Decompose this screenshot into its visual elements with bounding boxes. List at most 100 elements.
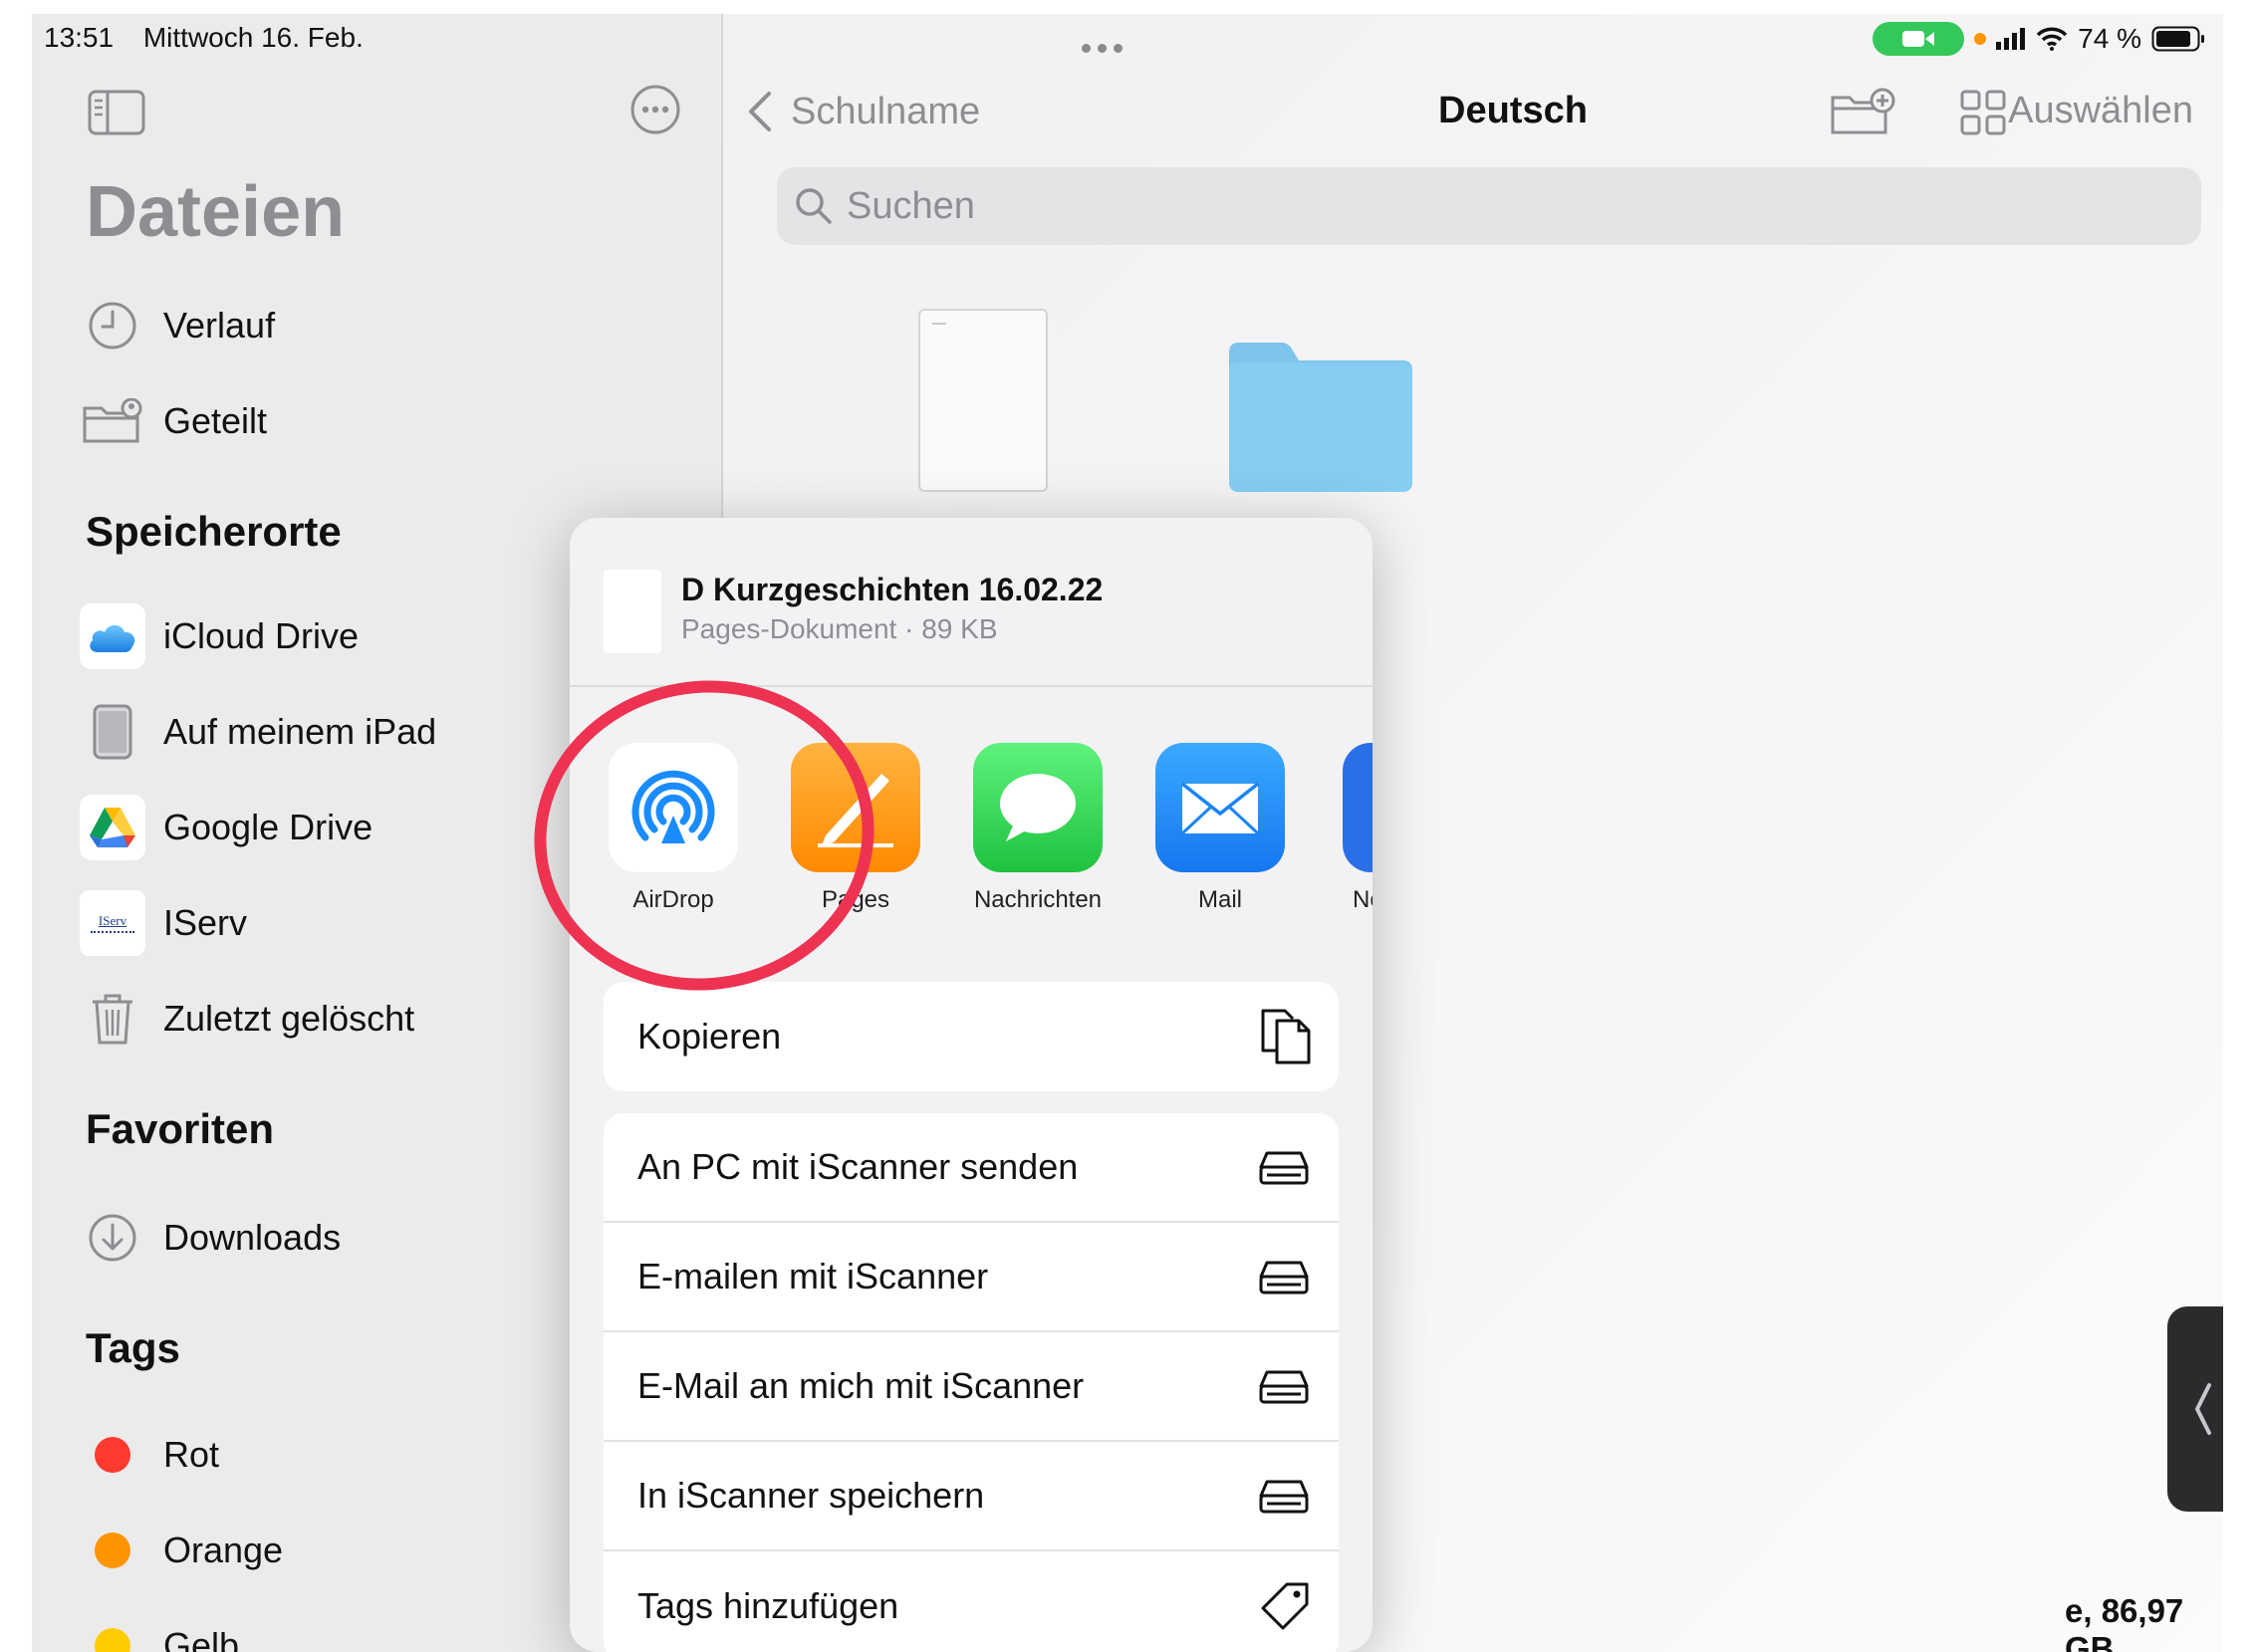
ipad-screen: 13:51 Mittwoch 16. Feb. Dateien Verlauf …: [32, 14, 2223, 1652]
section-tags: Tags: [86, 1324, 180, 1371]
file-name: D Kurzgeschichten 16.02.22: [681, 572, 1104, 607]
sidebar-item-label: Auf meinem iPad: [163, 711, 437, 752]
trash-icon: [80, 986, 145, 1052]
signal-icon: [1996, 28, 2026, 50]
action-label: An PC mit iScanner senden: [637, 1146, 1079, 1187]
action-label: In iScanner speichern: [637, 1475, 985, 1516]
folder-icon[interactable]: [1229, 343, 1412, 497]
back-button[interactable]: Schulname: [747, 90, 980, 133]
file-meta: Pages-Dokument · 89 KB: [681, 613, 998, 644]
share-app-label: No: [1353, 886, 1373, 913]
action-save-iscanner[interactable]: In iScanner speichern: [604, 1442, 1339, 1551]
shared-folder-icon: [80, 388, 145, 454]
sidebar-item-verlauf[interactable]: Verlauf: [80, 291, 275, 360]
grid-view-icon[interactable]: [1960, 90, 2006, 140]
google-drive-icon: [80, 795, 145, 860]
iserv-icon: IServ: [80, 890, 145, 956]
document-thumbnail[interactable]: [918, 309, 1048, 492]
sidebar-toggle-icon[interactable]: [88, 90, 145, 140]
sidebar-item-geteilt[interactable]: Geteilt: [80, 386, 267, 456]
action-label: E-Mail an mich mit iScanner: [637, 1365, 1085, 1406]
sidebar-item-label: Gelb: [163, 1625, 240, 1652]
action-label: E-mailen mit iScanner: [637, 1256, 989, 1297]
sidebar-item-zuletzt-geloescht[interactable]: Zuletzt gelöscht: [80, 984, 414, 1054]
sidebar-item-label: Rot: [163, 1434, 220, 1475]
search-input[interactable]: Suchen: [777, 167, 2201, 245]
share-apps-row: AirDrop Pages Nachrichten Mail N: [570, 743, 1373, 932]
back-label: Schulname: [791, 90, 981, 132]
status-bar-left: 13:51 Mittwoch 16. Feb.: [44, 22, 364, 54]
mail-icon: [1155, 743, 1285, 872]
side-panel-handle[interactable]: [2167, 1306, 2223, 1512]
notes-icon: [1343, 743, 1373, 872]
wifi-icon: [2036, 27, 2068, 51]
multitasking-dots-icon[interactable]: [1082, 44, 1123, 53]
scanner-icon: [1259, 1480, 1309, 1514]
page-title: Deutsch: [1438, 90, 1588, 131]
action-email-me-iscanner[interactable]: E-Mail an mich mit iScanner: [604, 1332, 1339, 1442]
sidebar-item-label: IServ: [163, 902, 248, 943]
camera-indicator-icon: [1873, 22, 1965, 56]
scanner-icon: [1259, 1151, 1309, 1185]
download-icon: [80, 1205, 145, 1271]
sidebar-tag-gelb[interactable]: Gelb: [80, 1611, 239, 1652]
sidebar-item-label: iCloud Drive: [163, 615, 360, 656]
share-app-mail[interactable]: Mail: [1140, 743, 1300, 914]
share-app-partial[interactable]: No: [1323, 743, 1373, 914]
pages-icon: [791, 743, 920, 872]
share-app-label: AirDrop: [632, 886, 714, 913]
sidebar-item-iserv[interactable]: IServ IServ: [80, 888, 247, 958]
sidebar-tag-rot[interactable]: Rot: [80, 1420, 219, 1490]
action-label: Tags hinzufügen: [637, 1585, 899, 1626]
section-speicherorte: Speicherorte: [86, 508, 342, 555]
storage-info: e, 86,97 GB verfügbar: [2065, 1592, 2184, 1652]
file-thumbnail: [604, 570, 661, 653]
sidebar-item-label: Downloads: [163, 1217, 342, 1258]
chevron-left-icon: [749, 92, 771, 131]
copy-icon: [1261, 1009, 1311, 1064]
sidebar-item-label: Geteilt: [163, 400, 268, 441]
scanner-icon: [1259, 1370, 1309, 1404]
action-email-iscanner[interactable]: E-mailen mit iScanner: [604, 1223, 1339, 1332]
clock-icon: [80, 293, 145, 358]
section-favoriten: Favoriten: [86, 1105, 275, 1152]
more-options-icon[interactable]: [629, 84, 681, 140]
copy-action[interactable]: Kopieren: [604, 982, 1339, 1091]
sidebar-tag-orange[interactable]: Orange: [80, 1516, 283, 1585]
icloud-icon: [80, 603, 145, 669]
messages-icon: [973, 743, 1103, 872]
share-app-label: Nachrichten: [973, 886, 1103, 913]
share-app-airdrop[interactable]: AirDrop: [594, 743, 753, 914]
sidebar-item-auf-meinem-ipad[interactable]: Auf meinem iPad: [80, 697, 436, 767]
mic-indicator-icon: [1974, 33, 1987, 45]
search-placeholder: Suchen: [847, 184, 975, 227]
copy-group: Kopieren: [604, 982, 1339, 1091]
select-button[interactable]: Auswählen: [2008, 90, 2193, 132]
search-icon: [796, 188, 832, 224]
sidebar-item-label: Zuletzt gelöscht: [163, 998, 415, 1039]
action-pc-iscanner[interactable]: An PC mit iScanner senden: [604, 1113, 1339, 1223]
actions-group: An PC mit iScanner senden E-mailen mit i…: [604, 1113, 1339, 1652]
share-app-label: Pages: [821, 886, 890, 913]
iserv-logo-text: IServ: [98, 913, 127, 928]
sidebar-item-downloads[interactable]: Downloads: [80, 1203, 341, 1273]
sidebar-item-icloud-drive[interactable]: iCloud Drive: [80, 601, 359, 671]
sidebar-item-google-drive[interactable]: Google Drive: [80, 793, 373, 862]
share-app-pages[interactable]: Pages: [776, 743, 935, 914]
scanner-icon: [1259, 1261, 1309, 1295]
share-app-nachrichten[interactable]: Nachrichten: [958, 743, 1118, 914]
chevron-left-icon: [2194, 1383, 2211, 1435]
new-folder-icon[interactable]: [1830, 88, 1895, 140]
sidebar-item-label: Orange: [163, 1530, 284, 1570]
sidebar-title: Dateien: [86, 172, 346, 252]
battery-icon: [2151, 26, 2204, 52]
share-sheet-arrow: [948, 492, 1000, 520]
share-sheet-header: D Kurzgeschichten 16.02.22 Pages-Dokumen…: [570, 518, 1373, 687]
action-add-tags[interactable]: Tags hinzufügen: [604, 1551, 1339, 1652]
status-time: 13:51: [44, 22, 115, 53]
action-label: Kopieren: [637, 1016, 782, 1057]
tag-color-dot: [95, 1437, 130, 1473]
battery-percent: 74 %: [2078, 23, 2141, 54]
share-sheet: D Kurzgeschichten 16.02.22 Pages-Dokumen…: [570, 518, 1373, 1652]
tag-icon: [1261, 1582, 1309, 1630]
